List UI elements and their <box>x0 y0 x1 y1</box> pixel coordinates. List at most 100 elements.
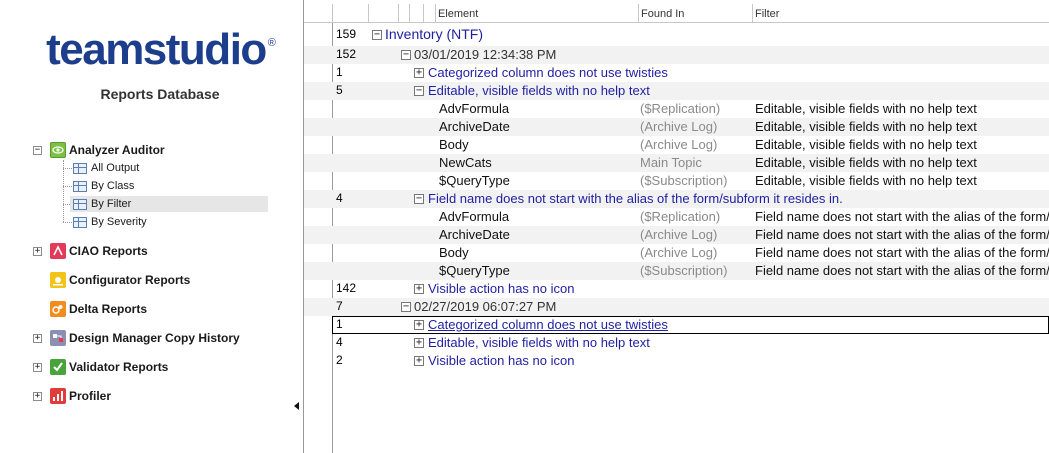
expand-twistie-icon[interactable]: + <box>414 356 424 366</box>
tree-connector <box>63 186 72 187</box>
column-divider[interactable] <box>423 4 424 22</box>
column-header-filter[interactable]: Filter <box>755 8 779 20</box>
expand-twistie-icon[interactable]: + <box>414 320 424 330</box>
category-row[interactable]: 2 + Visible action has no icon <box>304 352 1049 370</box>
column-divider[interactable] <box>398 4 399 22</box>
tree-connector <box>63 222 72 223</box>
view-item-label: All Output <box>91 162 140 174</box>
category-row[interactable]: 152 − 03/01/2019 12:34:38 PM <box>304 46 1049 64</box>
column-divider[interactable] <box>638 4 639 22</box>
collapse-twistie-icon[interactable]: − <box>401 302 411 312</box>
category-label: Editable, visible fields with no help te… <box>428 335 650 350</box>
collapse-twistie-icon[interactable]: − <box>372 30 382 40</box>
expand-twistie-icon[interactable]: + <box>33 392 42 401</box>
expand-twistie-icon[interactable]: + <box>33 247 42 256</box>
tree-connector <box>63 160 64 222</box>
delta-icon <box>50 301 66 317</box>
element-cell: Body <box>439 137 469 152</box>
found-in-cell: ($Subscription) <box>640 173 728 188</box>
category-label: Visible action has no icon <box>428 353 575 368</box>
view-item-label: By Severity <box>91 216 147 228</box>
category-row[interactable]: 142 + Visible action has no icon <box>304 280 1049 298</box>
document-row[interactable]: Body (Archive Log) Editable, visible fie… <box>304 136 1049 154</box>
filter-cell: Editable, visible fields with no help te… <box>755 137 977 152</box>
design-manager-icon <box>50 330 66 346</box>
nav-item-label: Profiler <box>69 389 112 403</box>
row-count: 152 <box>336 47 357 61</box>
document-row[interactable]: Body (Archive Log) Field name does not s… <box>304 244 1049 262</box>
row-count: 1 <box>336 65 343 79</box>
category-label: Inventory (NTF) <box>385 26 484 42</box>
category-label: Categorized column does not use twisties <box>428 65 668 80</box>
expand-twistie-icon[interactable]: + <box>33 334 42 343</box>
expand-twistie-icon[interactable]: + <box>414 338 424 348</box>
collapse-twistie-icon[interactable]: − <box>33 146 42 155</box>
analyzer-eye-icon <box>50 142 66 158</box>
logo-text: teamstudio <box>46 25 267 74</box>
column-divider[interactable] <box>368 4 369 22</box>
expand-twistie-icon[interactable]: + <box>33 363 42 372</box>
category-row[interactable]: 4 + Editable, visible fields with no hel… <box>304 334 1049 352</box>
view-table-icon <box>73 163 87 174</box>
collapse-twistie-icon[interactable]: − <box>414 194 424 204</box>
column-divider[interactable] <box>409 4 410 22</box>
column-header-found-in[interactable]: Found In <box>641 8 684 20</box>
category-row-focused[interactable]: 1 + Categorized column does not use twis… <box>332 316 1049 334</box>
element-cell: NewCats <box>439 155 492 170</box>
nav-item-label: Configurator Reports <box>69 273 191 287</box>
registered-mark: ® <box>267 37 276 49</box>
nav-item-label: Analyzer Auditor <box>69 143 165 157</box>
column-divider[interactable] <box>332 4 333 22</box>
category-label: Categorized column does not use twisties <box>428 317 668 332</box>
document-row[interactable]: NewCats Main Topic Editable, visible fie… <box>304 154 1049 172</box>
category-label: Visible action has no icon <box>428 281 575 296</box>
navigator-pane: teamstudio ® Reports Database − Analyzer … <box>0 0 304 453</box>
column-divider[interactable] <box>752 4 753 22</box>
column-divider[interactable] <box>435 4 436 22</box>
profiler-icon <box>50 388 66 404</box>
category-row[interactable]: 159 − Inventory (NTF) <box>304 26 1049 44</box>
category-row[interactable]: 7 − 02/27/2019 06:07:27 PM <box>304 298 1049 316</box>
column-header-element[interactable]: Element <box>438 8 478 20</box>
element-cell: ArchiveDate <box>439 119 510 134</box>
view-table-icon <box>73 181 87 192</box>
filter-cell: Editable, visible fields with no help te… <box>755 119 977 134</box>
found-in-cell: (Archive Log) <box>640 227 718 242</box>
row-count: 142 <box>336 281 357 295</box>
element-cell: Body <box>439 245 469 260</box>
collapse-twistie-icon[interactable]: − <box>401 50 411 60</box>
found-in-cell: (Archive Log) <box>640 119 718 134</box>
category-row[interactable]: 4 − Field name does not start with the a… <box>304 190 1049 208</box>
row-count: 2 <box>336 353 343 367</box>
document-row[interactable]: $QueryType ($Subscription) Field name do… <box>304 262 1049 280</box>
row-count: 7 <box>336 299 343 313</box>
element-cell: ArchiveDate <box>439 227 510 242</box>
nav-item-label: CIAO Reports <box>69 244 148 258</box>
found-in-cell: ($Subscription) <box>640 263 728 278</box>
view-item-label: By Filter <box>91 198 132 210</box>
document-row[interactable]: AdvFormula ($Replication) Editable, visi… <box>304 100 1049 118</box>
document-row[interactable]: ArchiveDate (Archive Log) Field name doe… <box>304 226 1049 244</box>
database-title: Reports Database <box>100 86 220 102</box>
element-cell: AdvFormula <box>439 101 510 116</box>
category-label: 03/01/2019 12:34:38 PM <box>414 47 557 62</box>
category-row[interactable]: 1 + Categorized column does not use twis… <box>304 64 1049 82</box>
validator-check-icon <box>50 359 66 375</box>
document-row[interactable]: ArchiveDate (Archive Log) Editable, visi… <box>304 118 1049 136</box>
view-table-icon <box>73 199 87 210</box>
row-count: 5 <box>336 83 343 97</box>
document-row[interactable]: $QueryType ($Subscription) Editable, vis… <box>304 172 1049 190</box>
document-row[interactable]: AdvFormula ($Replication) Field name doe… <box>304 208 1049 226</box>
found-in-cell: ($Replication) <box>640 209 721 224</box>
element-cell: AdvFormula <box>439 209 510 224</box>
expand-twistie-icon[interactable]: + <box>414 284 424 294</box>
filter-cell: Field name does not start with the alias… <box>755 263 1049 278</box>
expand-twistie-icon[interactable]: + <box>414 68 424 78</box>
column-header: Element Found In Filter <box>304 4 1049 23</box>
collapse-twistie-icon[interactable]: − <box>414 86 424 96</box>
filter-cell: Field name does not start with the alias… <box>755 227 1049 242</box>
category-row[interactable]: 5 − Editable, visible fields with no hel… <box>304 82 1049 100</box>
collapse-pane-arrow-icon[interactable] <box>294 402 299 410</box>
nav-item-label: Design Manager Copy History <box>69 331 240 345</box>
configurator-icon <box>50 272 66 288</box>
